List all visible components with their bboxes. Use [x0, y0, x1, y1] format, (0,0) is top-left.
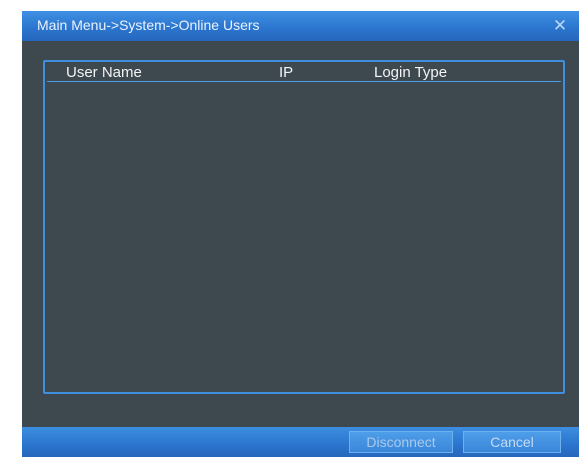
disconnect-button[interactable]: Disconnect: [349, 431, 453, 453]
table-header: User Name IP Login Type: [47, 63, 561, 82]
online-users-dialog: Main Menu->System->Online Users ✕ User N…: [22, 11, 579, 457]
dialog-title: Main Menu->System->Online Users: [37, 17, 260, 33]
table-body[interactable]: [47, 83, 561, 391]
title-bar: Main Menu->System->Online Users ✕: [22, 11, 579, 41]
column-header-user-name[interactable]: User Name: [66, 64, 142, 81]
column-header-login-type[interactable]: Login Type: [374, 64, 447, 81]
column-header-ip[interactable]: IP: [279, 64, 293, 81]
online-users-table: User Name IP Login Type: [43, 60, 565, 394]
footer-bar: Disconnect Cancel: [22, 427, 579, 457]
close-icon[interactable]: ✕: [551, 17, 569, 35]
cancel-button[interactable]: Cancel: [463, 431, 561, 453]
